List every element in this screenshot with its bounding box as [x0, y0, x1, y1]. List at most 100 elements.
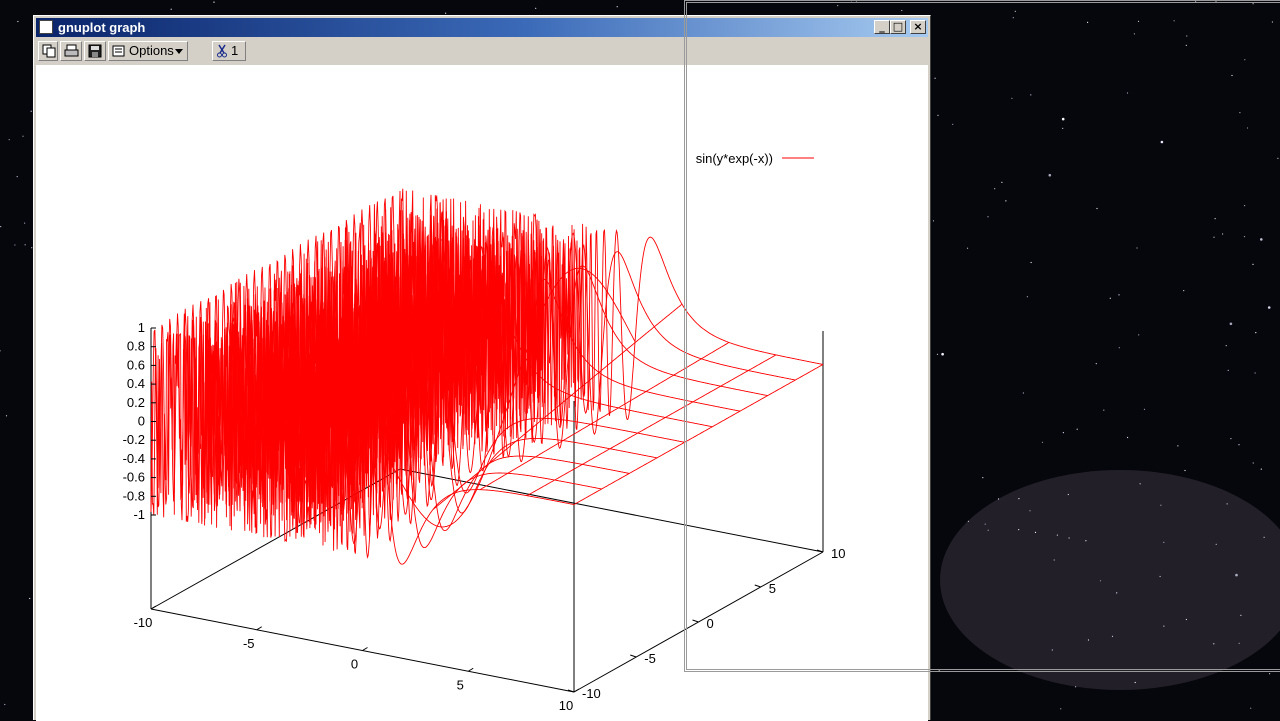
surface-mesh [150, 188, 824, 565]
star [1051, 649, 1053, 651]
star [1053, 559, 1055, 561]
star [445, 12, 447, 14]
save-button[interactable] [84, 41, 106, 61]
star [1014, 10, 1016, 12]
star [1075, 686, 1077, 688]
star [14, 244, 16, 246]
star [1243, 236, 1246, 238]
z-tick-label: -0.2 [123, 432, 145, 447]
replot-label: 1 [231, 43, 239, 58]
star [1061, 117, 1065, 121]
star [1095, 363, 1097, 365]
y-tick-label: -5 [644, 651, 656, 666]
plot-canvas[interactable]: 1 0.8 0.6 0.4 0.2 0 -0.2 -0.4 -0.6 -0.8 -1 -10 -5 0 5 1… [36, 65, 928, 721]
star [1011, 97, 1013, 99]
y-tick [754, 584, 761, 588]
star [1022, 392, 1024, 394]
window-title: gnuplot graph [58, 20, 146, 35]
options-dropdown[interactable]: Options [108, 41, 188, 61]
star [1177, 445, 1179, 447]
y-tick-label: -10 [582, 686, 601, 701]
star [1163, 541, 1165, 543]
star [1184, 469, 1186, 472]
star [1085, 540, 1087, 542]
z-tick-label: 0.8 [127, 339, 145, 354]
star [1231, 74, 1233, 77]
star [984, 523, 986, 525]
star [966, 247, 969, 249]
star [1005, 200, 1007, 202]
close-button[interactable]: × [910, 20, 926, 34]
star [1087, 21, 1089, 23]
star [1239, 112, 1241, 114]
scissors-icon [217, 44, 227, 58]
y-tick-label: 5 [769, 581, 776, 596]
x-tick-label: 0 [351, 657, 358, 672]
star [1127, 436, 1129, 439]
star [1076, 428, 1078, 430]
star [1252, 3, 1254, 5]
star [1240, 614, 1242, 616]
star [1048, 173, 1052, 177]
minimize-button[interactable]: _ [874, 20, 890, 34]
star [997, 498, 1000, 500]
star [932, 220, 935, 222]
star [1227, 369, 1229, 371]
star [1034, 531, 1037, 534]
replot-button[interactable]: 1 [212, 41, 246, 61]
star [1099, 580, 1102, 582]
star [1213, 236, 1215, 238]
star [1018, 498, 1020, 500]
y-tick [692, 619, 699, 623]
x-tick [573, 688, 580, 693]
star [937, 114, 939, 116]
x-tick-label: -5 [243, 636, 255, 651]
star [1226, 503, 1228, 505]
options-label: Options [129, 43, 174, 58]
options-icon [112, 45, 125, 57]
star [982, 477, 984, 479]
z-tick-label: 0.4 [127, 376, 145, 391]
star [22, 135, 24, 137]
print-icon [64, 44, 79, 57]
star [901, 9, 903, 12]
star [1068, 537, 1070, 539]
title-bar[interactable]: gnuplot graph _ □ × [36, 18, 928, 37]
star [1103, 409, 1105, 411]
star [1213, 643, 1215, 645]
legend: sin(y*exp(-x)) [696, 151, 814, 166]
star [1026, 296, 1028, 298]
star [1185, 44, 1187, 46]
z-tick-label: 0.2 [127, 395, 145, 410]
star [1137, 20, 1140, 22]
print-button[interactable] [60, 41, 82, 61]
star [24, 244, 26, 246]
gnuplot-app-icon [39, 20, 53, 34]
chevron-down-icon [175, 49, 183, 54]
star [987, 216, 989, 218]
star [4, 703, 6, 706]
star [1271, 21, 1273, 23]
star [936, 353, 939, 355]
star [1134, 681, 1136, 684]
z-tick-label: 1 [138, 320, 145, 335]
star [16, 176, 18, 178]
z-tick-label: 0.6 [127, 357, 145, 372]
star [1096, 207, 1098, 210]
maximize-button[interactable]: □ [890, 20, 906, 34]
star [1185, 618, 1187, 621]
star [1246, 127, 1249, 129]
x-tick [150, 605, 157, 610]
star [1173, 20, 1175, 22]
star [1067, 493, 1069, 496]
x-axis-back-edge [399, 468, 824, 553]
star [994, 188, 996, 190]
star [1195, 1, 1197, 3]
star [30, 110, 32, 112]
star [24, 222, 26, 224]
copy-button[interactable] [38, 41, 58, 61]
star [1139, 483, 1141, 485]
star [952, 123, 954, 125]
star [1111, 635, 1114, 638]
star [1215, 543, 1217, 546]
